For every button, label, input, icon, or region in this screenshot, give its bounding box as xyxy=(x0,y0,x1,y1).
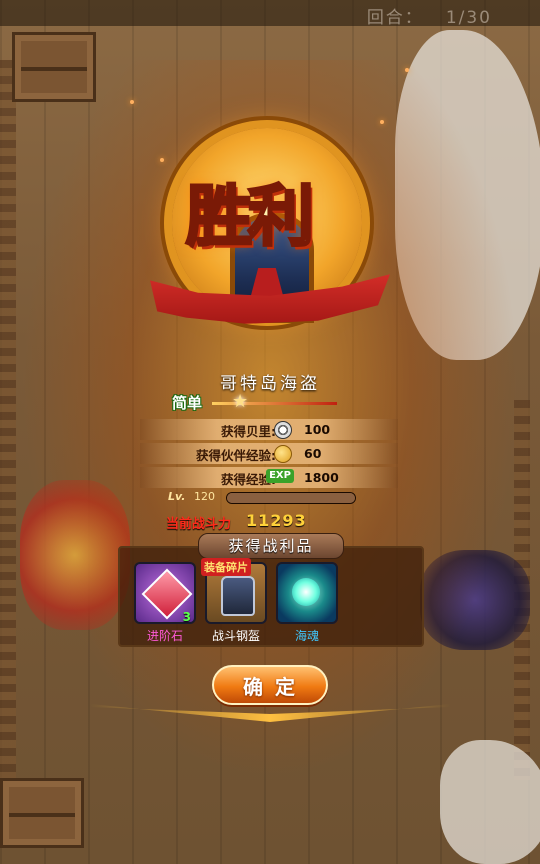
reward-value: 100 xyxy=(304,422,331,437)
companion-exp-icon xyxy=(274,445,292,463)
round-counter: 回合： 1/30 xyxy=(367,3,492,28)
level-value: 120 xyxy=(194,490,215,503)
level-progress-fill xyxy=(227,493,355,503)
item-quantity: 3 xyxy=(182,610,191,624)
level-label: Lv. xyxy=(168,490,186,503)
armor-icon xyxy=(221,576,255,616)
berry-coin-icon xyxy=(274,421,292,439)
enemy-name: 哥特岛海盗 xyxy=(220,374,320,394)
sea-soul-orb-icon xyxy=(292,578,320,606)
reward-value: 60 xyxy=(304,446,322,461)
exp-badge-icon: EXP xyxy=(266,469,294,483)
difficulty-label: 简单 xyxy=(172,394,203,412)
level-progress-bar xyxy=(226,492,356,504)
wooden-crate xyxy=(0,778,84,848)
difficulty-row: 简单 ★ xyxy=(172,391,352,414)
level-row: Lv. 120 xyxy=(168,489,368,507)
item-name: 进阶石 xyxy=(146,629,183,643)
loot-item-battle-helmet[interactable]: 装备碎片 战斗钢盔 xyxy=(201,558,267,643)
reward-row-berry: 获得贝里: 100 xyxy=(140,419,398,440)
confirm-button[interactable]: 确定 xyxy=(212,665,328,705)
sparkle xyxy=(130,100,134,104)
equipment-fragment-tag: 装备碎片 xyxy=(201,558,251,576)
round-label: 回合： xyxy=(366,8,424,28)
star-icon: ★ xyxy=(232,391,249,412)
loot-item-advance-stone[interactable]: 3 进阶石 xyxy=(134,562,196,643)
reward-label: 获得贝里: xyxy=(221,424,276,439)
sparkle xyxy=(405,68,409,72)
victory-emblem: 胜利 xyxy=(150,118,390,333)
combat-power-value: 11293 xyxy=(246,511,307,530)
reward-label: 获得伙伴经验: xyxy=(196,448,276,463)
reward-row-companion-exp: 获得伙伴经验: 60 xyxy=(140,443,398,464)
loot-title: 获得战利品 xyxy=(198,533,344,559)
round-value: 1/30 xyxy=(445,8,492,28)
item-name: 海魂 xyxy=(294,629,319,643)
combat-power-label: 当前战斗力 xyxy=(166,517,232,532)
reward-row-exp: 获得经验: EXP 1800 xyxy=(140,467,398,488)
rope-left xyxy=(0,60,16,820)
loot-item-sea-soul[interactable]: 海魂 xyxy=(276,562,338,643)
item-name: 战斗钢盔 xyxy=(211,629,260,643)
combat-power-row: 当前战斗力 11293 xyxy=(166,511,366,532)
difficulty-bar xyxy=(212,402,337,405)
victory-title: 胜利 xyxy=(185,176,316,257)
reward-value: 1800 xyxy=(304,470,339,485)
